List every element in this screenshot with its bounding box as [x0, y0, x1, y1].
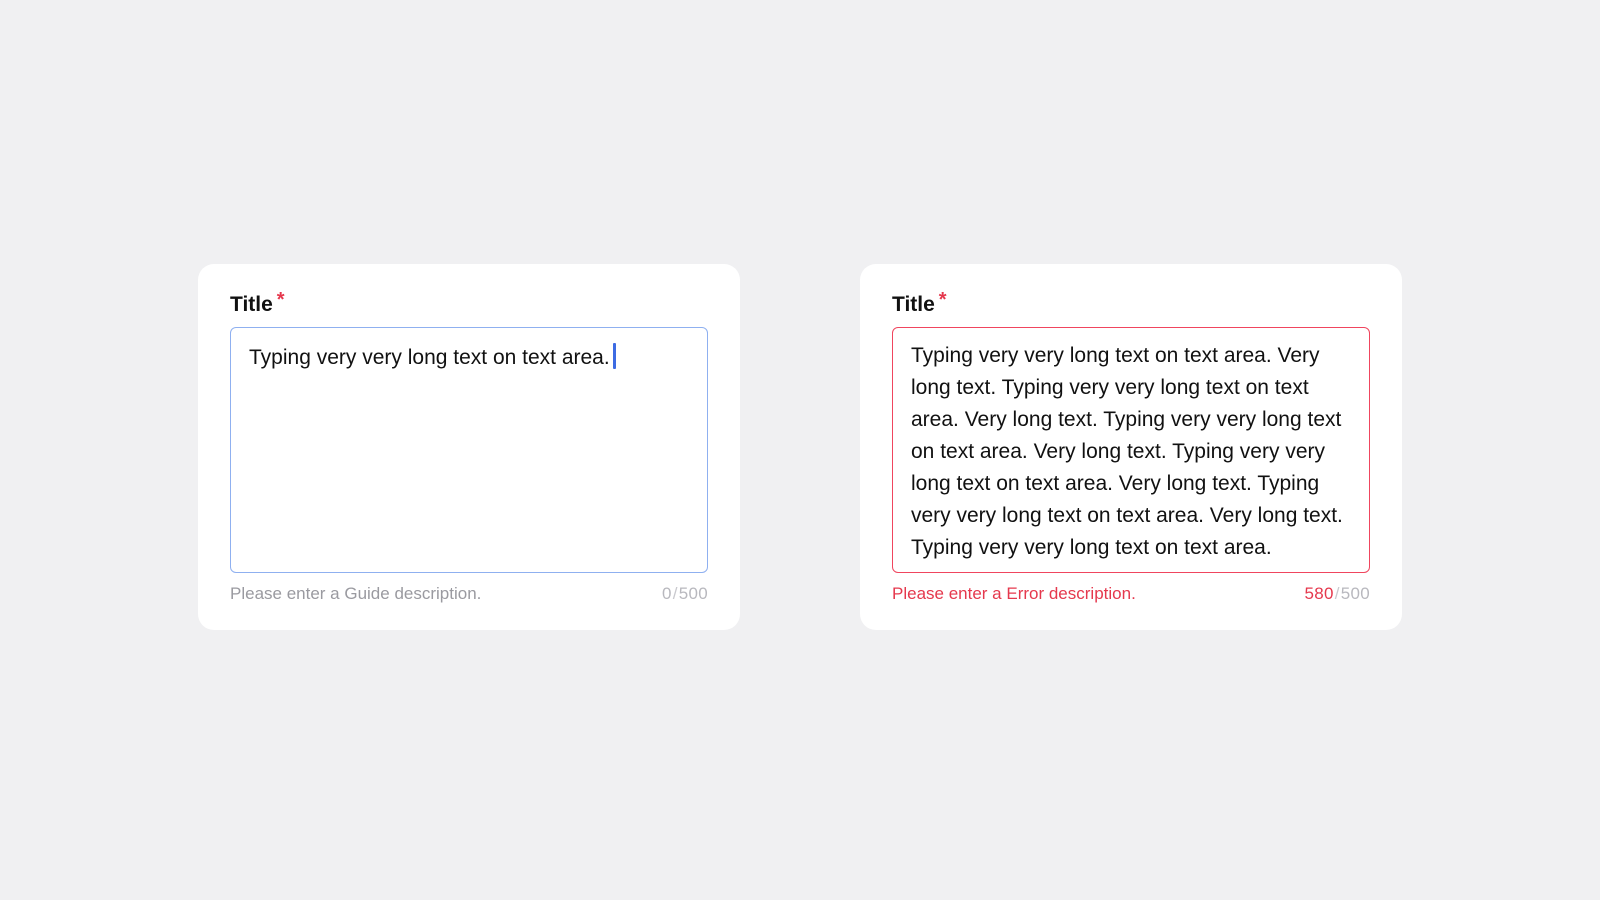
character-max: 500 — [678, 584, 708, 603]
text-caret — [612, 343, 616, 369]
counter-separator: / — [1334, 584, 1340, 603]
guide-textarea-card: Title * Typing very very long text on te… — [198, 264, 740, 630]
textarea-value[interactable]: Typing very very long text on text area. — [249, 342, 689, 374]
error-helper-text: Please enter a Error description. — [892, 584, 1136, 603]
error-textarea-card: Title * Typing very very long text on te… — [860, 264, 1402, 630]
field-label-text: Title — [230, 293, 273, 316]
required-asterisk: * — [938, 289, 947, 311]
textarea-value-text: Typing very very long text on text area. — [249, 346, 610, 369]
character-max: 500 — [1340, 584, 1370, 603]
character-count: 0 — [661, 584, 672, 603]
field-label: Title * — [230, 290, 285, 320]
counter-separator: / — [672, 584, 678, 603]
textarea-value[interactable]: Typing very very long text on text area.… — [911, 340, 1351, 564]
character-counter: 580/500 — [1304, 582, 1370, 606]
field-label: Title * — [892, 290, 947, 320]
field-label-text: Title — [892, 293, 935, 316]
character-count: 580 — [1304, 584, 1334, 603]
character-counter: 0/500 — [662, 582, 708, 606]
helper-row: Please enter a Guide description. 0/500 — [230, 582, 708, 606]
helper-row: Please enter a Error description. 580/50… — [892, 582, 1370, 606]
error-description-textarea[interactable]: Typing very very long text on text area.… — [892, 327, 1370, 573]
required-asterisk: * — [276, 289, 285, 311]
helper-text: Please enter a Guide description. — [230, 584, 482, 603]
guide-description-textarea[interactable]: Typing very very long text on text area. — [230, 327, 708, 573]
